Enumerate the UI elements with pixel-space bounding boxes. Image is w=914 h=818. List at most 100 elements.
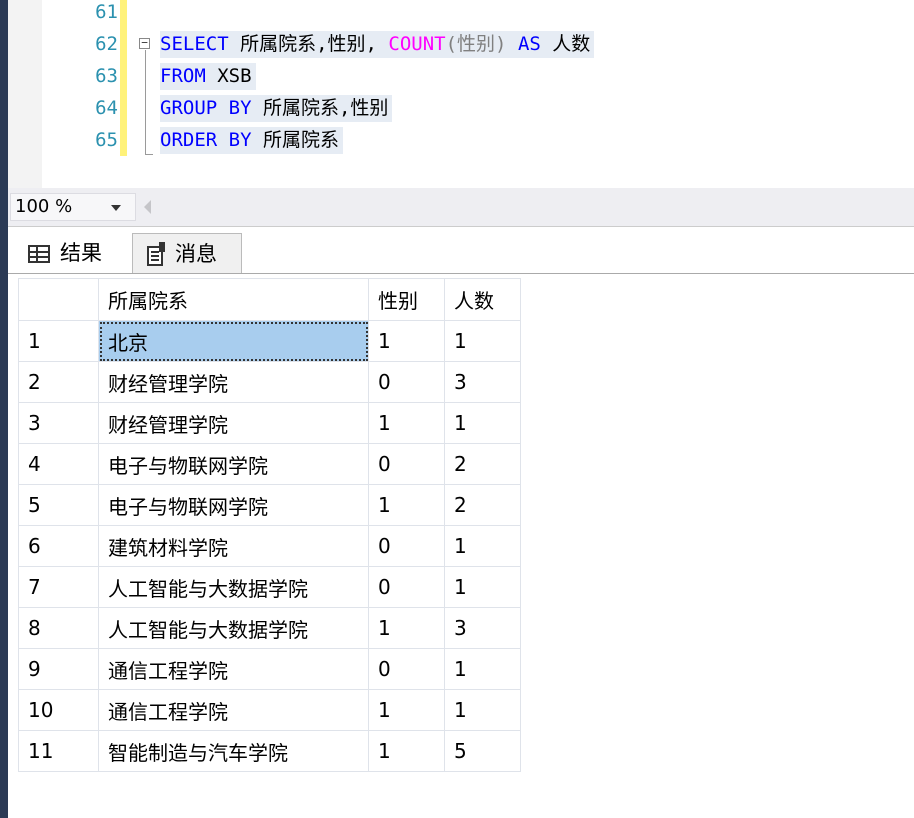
row-number[interactable]: 11 <box>18 730 99 772</box>
row-number[interactable]: 3 <box>18 402 99 444</box>
code-text[interactable]: GROUP BY 所属院系,性别 <box>160 95 393 122</box>
row-number-header[interactable] <box>18 278 99 321</box>
cell-count[interactable]: 1 <box>444 566 521 608</box>
table-row: 6 建筑材料学院 0 1 <box>18 525 521 567</box>
keyword-as: AS <box>517 33 541 55</box>
table-row: 9 通信工程学院 0 1 <box>18 648 521 690</box>
cell-count[interactable]: 5 <box>444 730 521 772</box>
cell-count[interactable]: 1 <box>444 525 521 567</box>
cell-department[interactable]: 智能制造与汽车学院 <box>98 730 369 772</box>
cell-department[interactable]: 建筑材料学院 <box>98 525 369 567</box>
cell-department[interactable]: 财经管理学院 <box>98 361 369 403</box>
table-row: 11 智能制造与汽车学院 1 5 <box>18 730 521 772</box>
count-args: (性别) <box>445 33 518 55</box>
select-columns: 所属院系,性别, <box>228 33 389 55</box>
table-name: XSB <box>205 65 252 87</box>
row-number[interactable]: 9 <box>18 648 99 690</box>
window-edge <box>0 0 8 818</box>
fold-guide <box>145 50 146 154</box>
cell-gender[interactable]: 1 <box>368 320 445 362</box>
row-number[interactable]: 5 <box>18 484 99 526</box>
cell-gender[interactable]: 1 <box>368 402 445 444</box>
cell-gender[interactable]: 0 <box>368 443 445 485</box>
sql-editor[interactable]: 61 62 − SELECT 所属院系,性别, COUNT(性别) AS 人数 … <box>8 0 914 188</box>
table-row: 2 财经管理学院 0 3 <box>18 361 521 403</box>
cell-count[interactable]: 3 <box>444 361 521 403</box>
table-row: 8 人工智能与大数据学院 1 3 <box>18 607 521 649</box>
cell-count[interactable]: 2 <box>444 484 521 526</box>
column-header-count[interactable]: 人数 <box>444 278 521 321</box>
cell-gender[interactable]: 1 <box>368 689 445 731</box>
line-number: 63 <box>95 65 118 87</box>
line-number: 61 <box>95 1 118 23</box>
keyword-select: SELECT <box>160 33 229 55</box>
cell-department[interactable]: 通信工程学院 <box>98 689 369 731</box>
cell-department[interactable]: 人工智能与大数据学院 <box>98 566 369 608</box>
cell-department[interactable]: 通信工程学院 <box>98 648 369 690</box>
line-number: 65 <box>95 129 118 151</box>
code-line-64[interactable]: 64 GROUP BY 所属院系,性别 <box>8 92 914 124</box>
keyword-from: FROM <box>160 65 206 87</box>
results-grid[interactable]: 所属院系 性别 人数 1 北京 1 1 2 财经管理学院 0 3 3 财经管理学… <box>8 274 914 818</box>
cell-department[interactable]: 北京 <box>98 320 369 362</box>
cell-count[interactable]: 3 <box>444 607 521 649</box>
code-text[interactable]: SELECT 所属院系,性别, COUNT(性别) AS 人数 <box>160 31 595 58</box>
tab-results[interactable]: 结果 <box>16 233 132 273</box>
keyword-group-by: GROUP BY <box>160 97 252 119</box>
row-number[interactable]: 8 <box>18 607 99 649</box>
cell-department[interactable]: 财经管理学院 <box>98 402 369 444</box>
cell-gender[interactable]: 0 <box>368 648 445 690</box>
column-header-department[interactable]: 所属院系 <box>98 278 369 321</box>
cell-count[interactable]: 1 <box>444 689 521 731</box>
minus-box-icon[interactable]: − <box>139 37 150 49</box>
row-number[interactable]: 4 <box>18 443 99 485</box>
row-number[interactable]: 10 <box>18 689 99 731</box>
results-tab-strip: 结果 消息 <box>8 227 914 274</box>
cell-gender[interactable]: 0 <box>368 525 445 567</box>
zoom-dropdown[interactable]: 100 % <box>10 193 136 221</box>
code-line-65[interactable]: 65 ORDER BY 所属院系 <box>8 124 914 156</box>
cell-count[interactable]: 1 <box>444 402 521 444</box>
change-bar <box>120 92 127 124</box>
row-number[interactable]: 7 <box>18 566 99 608</box>
fold-guide-end <box>145 154 153 155</box>
change-bar <box>120 60 127 92</box>
code-text[interactable]: FROM XSB <box>160 63 256 90</box>
column-header-gender[interactable]: 性别 <box>368 278 445 321</box>
table-row: 3 财经管理学院 1 1 <box>18 402 521 444</box>
cell-department[interactable]: 电子与物联网学院 <box>98 484 369 526</box>
line-number: 62 <box>95 33 118 55</box>
cell-gender[interactable]: 1 <box>368 484 445 526</box>
row-number[interactable]: 1 <box>18 320 99 362</box>
results-table: 所属院系 性别 人数 1 北京 1 1 2 财经管理学院 0 3 3 财经管理学… <box>18 278 521 772</box>
code-text[interactable]: ORDER BY 所属院系 <box>160 127 343 154</box>
zoom-bar: 100 % <box>8 188 914 227</box>
function-count: COUNT <box>388 33 446 55</box>
change-bar <box>120 28 127 60</box>
cell-department[interactable]: 电子与物联网学院 <box>98 443 369 485</box>
scroll-left-arrow-icon[interactable] <box>144 200 151 214</box>
cell-gender[interactable]: 0 <box>368 566 445 608</box>
table-row: 5 电子与物联网学院 1 2 <box>18 484 521 526</box>
cell-department[interactable]: 人工智能与大数据学院 <box>98 607 369 649</box>
tab-messages[interactable]: 消息 <box>132 233 242 273</box>
order-columns: 所属院系 <box>251 129 339 151</box>
row-number[interactable]: 6 <box>18 525 99 567</box>
code-line-61[interactable]: 61 <box>8 0 914 28</box>
header-row: 所属院系 性别 人数 <box>18 278 521 321</box>
messages-icon <box>147 242 165 266</box>
change-bar <box>120 124 127 156</box>
cell-gender[interactable]: 1 <box>368 730 445 772</box>
code-line-62[interactable]: 62 − SELECT 所属院系,性别, COUNT(性别) AS 人数 <box>8 28 914 60</box>
column-alias: 人数 <box>540 33 591 55</box>
cell-count[interactable]: 1 <box>444 320 521 362</box>
cell-gender[interactable]: 0 <box>368 361 445 403</box>
cell-gender[interactable]: 1 <box>368 607 445 649</box>
cell-count[interactable]: 2 <box>444 443 521 485</box>
row-number[interactable]: 2 <box>18 361 99 403</box>
keyword-order-by: ORDER BY <box>160 129 252 151</box>
chevron-down-icon[interactable] <box>111 205 121 211</box>
cell-count[interactable]: 1 <box>444 648 521 690</box>
group-columns: 所属院系,性别 <box>251 97 389 119</box>
code-line-63[interactable]: 63 FROM XSB <box>8 60 914 92</box>
